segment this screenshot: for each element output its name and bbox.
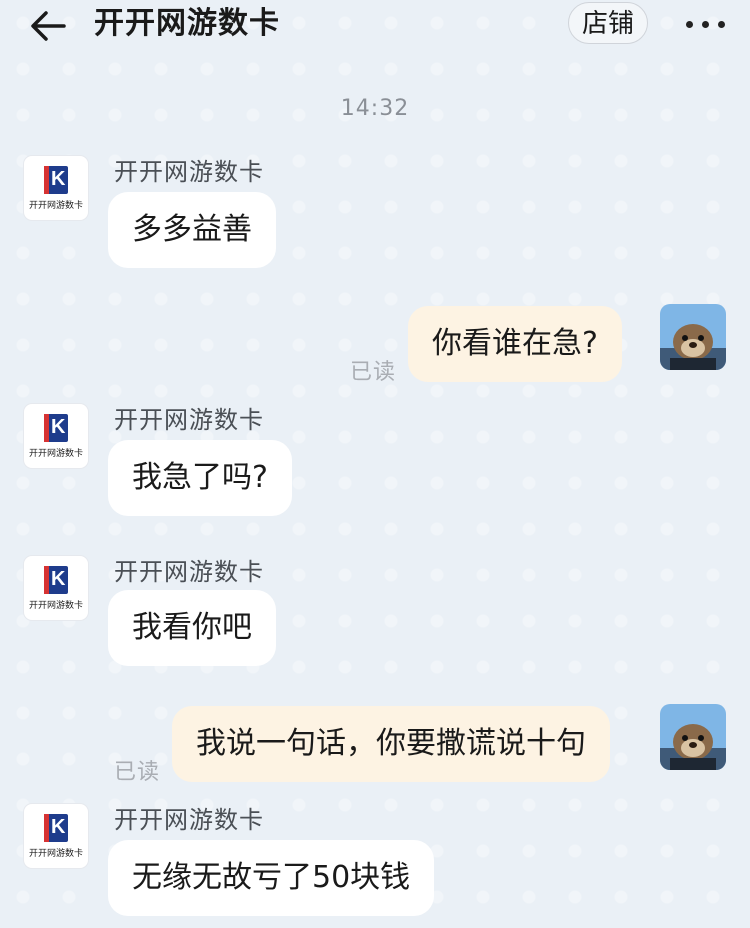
chat-header: 开开网游数卡 店铺 xyxy=(0,0,750,52)
message-bubble-incoming[interactable]: 多多益善 xyxy=(108,192,276,268)
shop-logo-icon: K xyxy=(44,414,68,442)
shop-avatar-brand: 开开网游数卡 xyxy=(28,449,83,459)
shop-button[interactable]: 店铺 xyxy=(568,2,648,44)
message-bubble-outgoing[interactable]: 我说一句话，你要撒谎说十句 xyxy=(172,706,610,782)
shop-avatar[interactable]: K 开开网游数卡 xyxy=(24,404,88,468)
user-avatar[interactable] xyxy=(660,304,726,370)
sender-name: 开开网游数卡 xyxy=(114,806,264,834)
shop-logo-icon: K xyxy=(44,166,68,194)
shop-logo-icon: K xyxy=(44,814,68,842)
shop-logo-icon: K xyxy=(44,566,68,594)
message-bubble-outgoing[interactable]: 你看谁在急? xyxy=(408,306,622,382)
more-button[interactable] xyxy=(684,8,728,38)
read-status: 已读 xyxy=(114,760,161,785)
shop-avatar[interactable]: K 开开网游数卡 xyxy=(24,804,88,868)
more-dot-icon xyxy=(686,21,693,28)
sender-name: 开开网游数卡 xyxy=(114,406,264,434)
shop-avatar[interactable]: K 开开网游数卡 xyxy=(24,556,88,620)
sender-name: 开开网游数卡 xyxy=(114,558,264,586)
shop-avatar-brand: 开开网游数卡 xyxy=(28,201,83,211)
user-avatar[interactable] xyxy=(660,704,726,770)
otter-avatar-icon xyxy=(660,304,726,370)
message-bubble-incoming[interactable]: 无缘无故亏了50块钱 xyxy=(108,840,435,916)
shop-avatar-brand: 开开网游数卡 xyxy=(28,601,83,611)
shop-avatar-brand: 开开网游数卡 xyxy=(28,849,83,859)
otter-avatar-icon xyxy=(660,704,726,770)
more-dot-icon xyxy=(702,21,709,28)
back-button[interactable] xyxy=(28,8,68,44)
message-timestamp: 14:32 xyxy=(340,96,410,121)
chat-title: 开开网游数卡 xyxy=(94,6,280,41)
more-dot-icon xyxy=(718,21,725,28)
shop-avatar[interactable]: K 开开网游数卡 xyxy=(24,156,88,220)
arrow-left-icon xyxy=(31,11,66,41)
message-bubble-incoming[interactable]: 我看你吧 xyxy=(108,590,276,666)
sender-name: 开开网游数卡 xyxy=(114,158,264,186)
read-status: 已读 xyxy=(350,360,397,385)
message-bubble-incoming[interactable]: 我急了吗? xyxy=(108,440,292,516)
